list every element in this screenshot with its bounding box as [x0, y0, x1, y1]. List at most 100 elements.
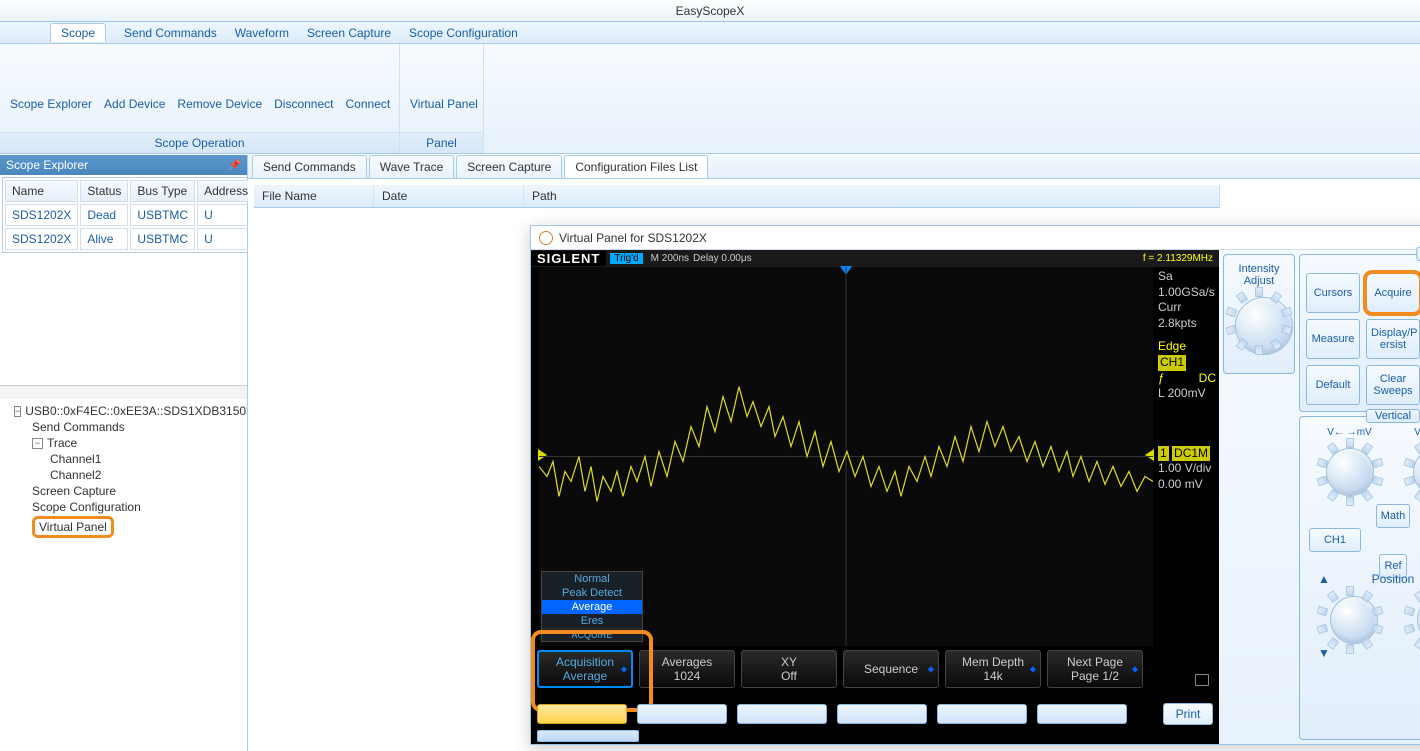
tree-channel2[interactable]: Channel2	[50, 468, 101, 482]
softkey-acquisition[interactable]: Acquisition Average ◆	[537, 650, 633, 688]
col-status[interactable]: Status	[80, 180, 128, 202]
vertical-group-label: Vertical	[1366, 409, 1420, 423]
vp-title: Virtual Panel for SDS1202X	[559, 231, 1420, 245]
pin-icon[interactable]: 📌	[229, 160, 241, 171]
mapped-btn-1[interactable]	[537, 704, 627, 724]
clear-sweeps-button[interactable]: Clear Sweeps	[1366, 365, 1420, 405]
intensity-knob[interactable]	[1227, 289, 1291, 353]
softkey-averages[interactable]: Averages 1024	[639, 650, 735, 688]
mapped-button-row: Print	[537, 702, 1213, 726]
trig-type: Edge	[1158, 339, 1186, 353]
menu-waveform[interactable]: Waveform	[235, 26, 289, 40]
acq-popup-title: ACQUIRE	[542, 628, 642, 641]
sample-rate: Sa 1.00GSa/s	[1158, 269, 1216, 300]
mapped-btn-3[interactable]	[737, 704, 827, 724]
menu-bar: Scope Send Commands Waveform Screen Capt…	[0, 22, 1420, 44]
tree-scope-config[interactable]: Scope Configuration	[32, 500, 141, 514]
measure-button[interactable]: Measure	[1306, 319, 1360, 359]
app-title-bar: EasyScopeX	[0, 0, 1420, 22]
trig-level: L 200mV	[1158, 386, 1206, 400]
acq-opt-eres[interactable]: Eres	[542, 614, 642, 628]
delay-readout: Delay 0.00μs	[693, 253, 752, 264]
tab-send-commands[interactable]: Send Commands	[252, 155, 367, 178]
scope-tab[interactable]: Scope	[50, 23, 106, 42]
acquire-button[interactable]: Acquire	[1366, 273, 1420, 313]
acquisition-popup: Normal Peak Detect Average Eres ACQUIRE	[541, 571, 643, 642]
ribbon-virtual-panel[interactable]: Virtual Panel	[406, 67, 482, 115]
ch2-scale-knob[interactable]	[1405, 440, 1420, 504]
softkey-xy[interactable]: XY Off	[741, 650, 837, 688]
tab-wave-trace[interactable]: Wave Trace	[369, 155, 455, 178]
device-row: SDS1202X Dead USBTMC U	[5, 204, 255, 226]
device-row: SDS1202X Alive USBTMC U	[5, 228, 255, 250]
softkey-memdepth[interactable]: Mem Depth 14k ◆	[945, 650, 1041, 688]
intensity-label: Intensity Adjust	[1224, 263, 1294, 287]
ribbon-group-scope-operation: Scope Operation	[0, 132, 399, 153]
content-tabs: Send Commands Wave Trace Screen Capture …	[248, 155, 1420, 179]
timebase-readout: M 200ns	[651, 253, 689, 264]
cursors-button[interactable]: Cursors	[1306, 273, 1360, 313]
scope-side-readout: Sa 1.00GSa/s Curr 2.8kpts Edge CH1 ƒ DC …	[1155, 267, 1219, 495]
ch1-button[interactable]: CH1	[1309, 528, 1361, 552]
ribbon-remove-device[interactable]: Remove Device	[173, 67, 266, 115]
expand-icon[interactable]: −	[14, 406, 21, 417]
softkey-nextpage[interactable]: Next Page Page 1/2 ◆	[1047, 650, 1143, 688]
mapped-btn-4[interactable]	[837, 704, 927, 724]
ribbon-add-device[interactable]: Add Device	[100, 67, 169, 115]
col-name[interactable]: Name	[5, 180, 78, 202]
tree-trace[interactable]: Trace	[47, 436, 77, 450]
tree-virtual-panel-highlight: Virtual Panel	[32, 516, 114, 538]
tree-screen-capture[interactable]: Screen Capture	[32, 484, 116, 498]
tab-config-files[interactable]: Configuration Files List	[564, 155, 708, 178]
col-file-name[interactable]: File Name	[254, 185, 374, 207]
v-scale-right-label: V← →mV	[1405, 427, 1420, 438]
freq-readout: f = 2.11329MHz	[1143, 253, 1213, 264]
print-button[interactable]: Print	[1163, 703, 1213, 725]
menu-send-commands[interactable]: Send Commands	[124, 26, 217, 40]
device-table: Name Status Bus Type Address SDS1202X De…	[2, 177, 258, 253]
col-path[interactable]: Path	[524, 185, 1220, 207]
tab-screen-capture[interactable]: Screen Capture	[456, 155, 562, 178]
dropdown-icon: ◆	[1030, 665, 1036, 674]
col-bus[interactable]: Bus Type	[130, 180, 195, 202]
expand-icon[interactable]: −	[32, 438, 43, 449]
acq-opt-normal[interactable]: Normal	[542, 572, 642, 586]
display-persist-button[interactable]: Display/P ersist	[1366, 319, 1420, 359]
menu-screen-capture[interactable]: Screen Capture	[307, 26, 391, 40]
acq-opt-average[interactable]: Average	[542, 600, 642, 614]
trig-coupling: DC	[1199, 371, 1216, 387]
mapped-btn-6[interactable]	[1037, 704, 1127, 724]
ribbon-scope-explorer[interactable]: Scope Explorer	[6, 67, 96, 115]
ch2-position-knob[interactable]	[1409, 588, 1420, 644]
col-date[interactable]: Date	[374, 185, 524, 207]
ch1-scale-knob[interactable]	[1318, 440, 1382, 504]
dropdown-icon: ◆	[928, 665, 934, 674]
softkey-sequence[interactable]: Sequence ◆	[843, 650, 939, 688]
menu-scope-configuration[interactable]: Scope Configuration	[409, 26, 518, 40]
mapped-btn-2[interactable]	[637, 704, 727, 724]
ribbon-connect[interactable]: Connect	[342, 67, 395, 115]
control-panel: Intensity Adjust Menu Cursors Acquire	[1219, 250, 1420, 744]
math-button[interactable]: Math	[1376, 504, 1410, 528]
mem-points: Curr 2.8kpts	[1158, 300, 1216, 331]
trig-source: CH1	[1158, 355, 1186, 371]
mapped-btn-5[interactable]	[937, 704, 1027, 724]
tree-send-commands[interactable]: Send Commands	[32, 420, 125, 434]
menu-group-label: Menu	[1416, 247, 1420, 261]
bottom-tab-indicator[interactable]	[537, 730, 639, 742]
v-position-label: Position	[1372, 572, 1415, 586]
dropdown-icon: ◆	[1132, 665, 1138, 674]
brand-logo: SIGLENT	[531, 251, 606, 266]
col-address[interactable]: Address	[197, 180, 255, 202]
default-button[interactable]: Default	[1306, 365, 1360, 405]
tree-root[interactable]: USB0::0xF4EC::0xEE3A::SDS1XDB31503	[25, 404, 247, 418]
tree-channel1[interactable]: Channel1	[50, 452, 101, 466]
ribbon-disconnect[interactable]: Disconnect	[270, 67, 337, 115]
device-tree: −USB0::0xF4EC::0xEE3A::SDS1XDB31503 Send…	[0, 399, 247, 751]
scope-explorer-panel: Scope Explorer 📌 Name Status Bus Type Ad…	[0, 155, 248, 751]
app-icon	[539, 231, 553, 245]
acq-opt-peak[interactable]: Peak Detect	[542, 586, 642, 600]
tree-virtual-panel[interactable]: Virtual Panel	[39, 520, 107, 534]
ch1-position-knob[interactable]	[1322, 588, 1378, 644]
scrollbar-horizontal[interactable]	[0, 385, 247, 399]
